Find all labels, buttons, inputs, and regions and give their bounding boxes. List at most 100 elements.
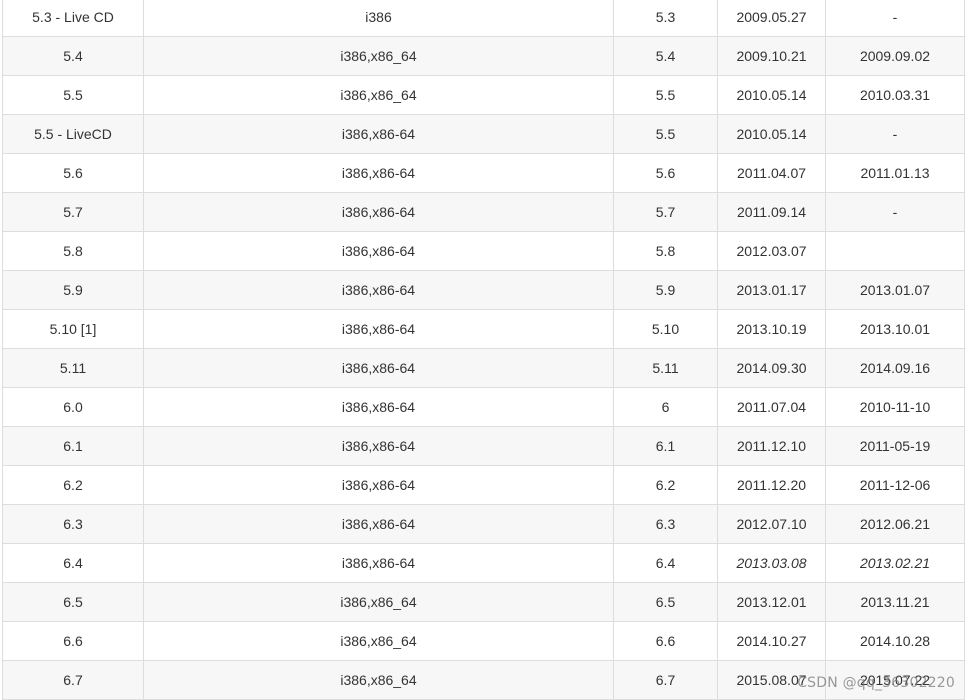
architecture-cell: i386,x86-64 — [143, 504, 614, 544]
version-cell: 6.7 — [2, 660, 144, 700]
release-table-container: 5.3 - Live CD i386 5.3 2009.05.27-5.4 i386,x… — [2, 0, 965, 700]
architecture-cell: i386,x86-64 — [143, 192, 614, 232]
release-date-cell: 2010.05.14 — [717, 114, 826, 154]
release-date-cell: 2010.05.14 — [717, 75, 826, 115]
release-date-cell: 2013.03.08 — [717, 543, 826, 583]
release-date-cell: 2014.10.27 — [717, 621, 826, 661]
beta-date-cell: 2010.03.31 — [825, 75, 965, 115]
kernel-cell: 5.5 — [613, 114, 718, 154]
beta-date-cell: 2013.01.07 — [825, 270, 965, 310]
table-row: 5.11 i386,x86-64 5.11 2014.09.30 2014.09.16 — [2, 348, 965, 388]
table-row: 6.6 i386,x86_64 6.6 2014.10.27 2014.10.28 — [2, 621, 965, 661]
beta-date-cell: - — [825, 114, 965, 154]
release-date-cell: 2011.12.20 — [717, 465, 826, 505]
version-cell: 6.3 — [2, 504, 144, 544]
release-date-cell: 2011.04.07 — [717, 153, 826, 193]
architecture-cell: i386,x86_64 — [143, 75, 614, 115]
release-date-cell: 2011.07.04 — [717, 387, 826, 427]
beta-date-cell: 2013.10.01 — [825, 309, 965, 349]
version-cell: 6.6 — [2, 621, 144, 661]
beta-date-cell: 2015.07.22 — [825, 660, 965, 700]
kernel-cell: 5.10 — [613, 309, 718, 349]
architecture-cell: i386,x86_64 — [143, 36, 614, 76]
beta-date-cell: - — [825, 0, 965, 37]
version-cell: 5.9 — [2, 270, 144, 310]
architecture-cell: i386,x86-64 — [143, 387, 614, 427]
table-row: 5.4 i386,x86_64 5.4 2009.10.21 2009.09.02 — [2, 36, 965, 76]
version-cell: 5.3 - Live CD — [2, 0, 144, 37]
architecture-cell: i386,x86-64 — [143, 426, 614, 466]
version-cell: 6.4 — [2, 543, 144, 583]
architecture-cell: i386,x86-64 — [143, 543, 614, 583]
kernel-cell: 5.8 — [613, 231, 718, 271]
architecture-cell: i386,x86_64 — [143, 582, 614, 622]
architecture-cell: i386,x86-64 — [143, 348, 614, 388]
beta-date-cell: 2011.01.13 — [825, 153, 965, 193]
version-cell: 5.6 — [2, 153, 144, 193]
release-date-cell: 2013.10.19 — [717, 309, 826, 349]
table-row: 5.10 [1] i386,x86-64 5.10 2013.10.19 2013.10… — [2, 309, 965, 349]
architecture-cell: i386,x86-64 — [143, 153, 614, 193]
table-row: 6.1 i386,x86-64 6.1 2011.12.10 2011-05-19 — [2, 426, 965, 466]
kernel-cell: 6.2 — [613, 465, 718, 505]
kernel-cell: 5.11 — [613, 348, 718, 388]
release-date-cell: 2009.05.27 — [717, 0, 826, 37]
version-cell: 5.4 — [2, 36, 144, 76]
kernel-cell: 6.6 — [613, 621, 718, 661]
version-cell: 5.10 [1] — [2, 309, 144, 349]
table-row: 6.2 i386,x86-64 6.2 2011.12.20 2011-12-06 — [2, 465, 965, 505]
release-date-cell: 2014.09.30 — [717, 348, 826, 388]
kernel-cell: 6.7 — [613, 660, 718, 700]
table-row: 6.0 i386,x86-64 6 2011.07.04 2010-11-10 — [2, 387, 965, 427]
release-date-cell: 2013.01.17 — [717, 270, 826, 310]
beta-date-cell: 2013.11.21 — [825, 582, 965, 622]
release-table-body: 5.3 - Live CD i386 5.3 2009.05.27-5.4 i386,x… — [2, 0, 965, 700]
beta-date-cell: 2010-11-10 — [825, 387, 965, 427]
version-cell: 6.5 — [2, 582, 144, 622]
version-cell: 5.5 - LiveCD — [2, 114, 144, 154]
table-row: 5.9 i386,x86-64 5.9 2013.01.17 2013.01.07 — [2, 270, 965, 310]
kernel-cell: 6.3 — [613, 504, 718, 544]
release-date-cell: 2013.12.01 — [717, 582, 826, 622]
table-row: 6.3 i386,x86-64 6.3 2012.07.10 2012.06.21 — [2, 504, 965, 544]
version-cell: 5.7 — [2, 192, 144, 232]
kernel-cell: 5.6 — [613, 153, 718, 193]
release-date-cell: 2011.09.14 — [717, 192, 826, 232]
table-row: 5.7 i386,x86-64 5.7 2011.09.14- — [2, 192, 965, 232]
table-row: 5.8 i386,x86-64 5.8 2012.03.07 — [2, 231, 965, 271]
kernel-cell: 5.7 — [613, 192, 718, 232]
kernel-cell: 6.1 — [613, 426, 718, 466]
table-row: 5.5 - LiveCD i386,x86-64 5.5 2010.05.14- — [2, 114, 965, 154]
version-cell: 5.11 — [2, 348, 144, 388]
kernel-cell: 5.4 — [613, 36, 718, 76]
beta-date-cell: 2012.06.21 — [825, 504, 965, 544]
release-date-cell: 2009.10.21 — [717, 36, 826, 76]
beta-date-cell: 2014.10.28 — [825, 621, 965, 661]
architecture-cell: i386,x86-64 — [143, 309, 614, 349]
table-row: 5.5 i386,x86_64 5.5 2010.05.14 2010.03.31 — [2, 75, 965, 115]
architecture-cell: i386,x86-64 — [143, 231, 614, 271]
kernel-cell: 6.5 — [613, 582, 718, 622]
beta-date-cell: 2011-05-19 — [825, 426, 965, 466]
beta-date-cell: 2011-12-06 — [825, 465, 965, 505]
beta-date-cell: 2013.02.21 — [825, 543, 965, 583]
beta-date-cell: - — [825, 192, 965, 232]
architecture-cell: i386,x86_64 — [143, 621, 614, 661]
version-cell: 5.8 — [2, 231, 144, 271]
beta-date-cell: 2014.09.16 — [825, 348, 965, 388]
release-date-cell: 2011.12.10 — [717, 426, 826, 466]
kernel-cell: 5.3 — [613, 0, 718, 37]
kernel-cell: 5.9 — [613, 270, 718, 310]
kernel-cell: 6.4 — [613, 543, 718, 583]
table-row: 6.4 i386,x86-64 6.4 2013.03.08 2013.02.21 — [2, 543, 965, 583]
table-row: 5.6 i386,x86-64 5.6 2011.04.07 2011.01.13 — [2, 153, 965, 193]
beta-date-cell — [825, 231, 965, 271]
architecture-cell: i386,x86-64 — [143, 270, 614, 310]
release-table: 5.3 - Live CD i386 5.3 2009.05.27-5.4 i386,x… — [2, 0, 965, 700]
kernel-cell: 5.5 — [613, 75, 718, 115]
architecture-cell: i386 — [143, 0, 614, 37]
version-cell: 5.5 — [2, 75, 144, 115]
architecture-cell: i386,x86_64 — [143, 660, 614, 700]
release-date-cell: 2015.08.07 — [717, 660, 826, 700]
architecture-cell: i386,x86-64 — [143, 465, 614, 505]
